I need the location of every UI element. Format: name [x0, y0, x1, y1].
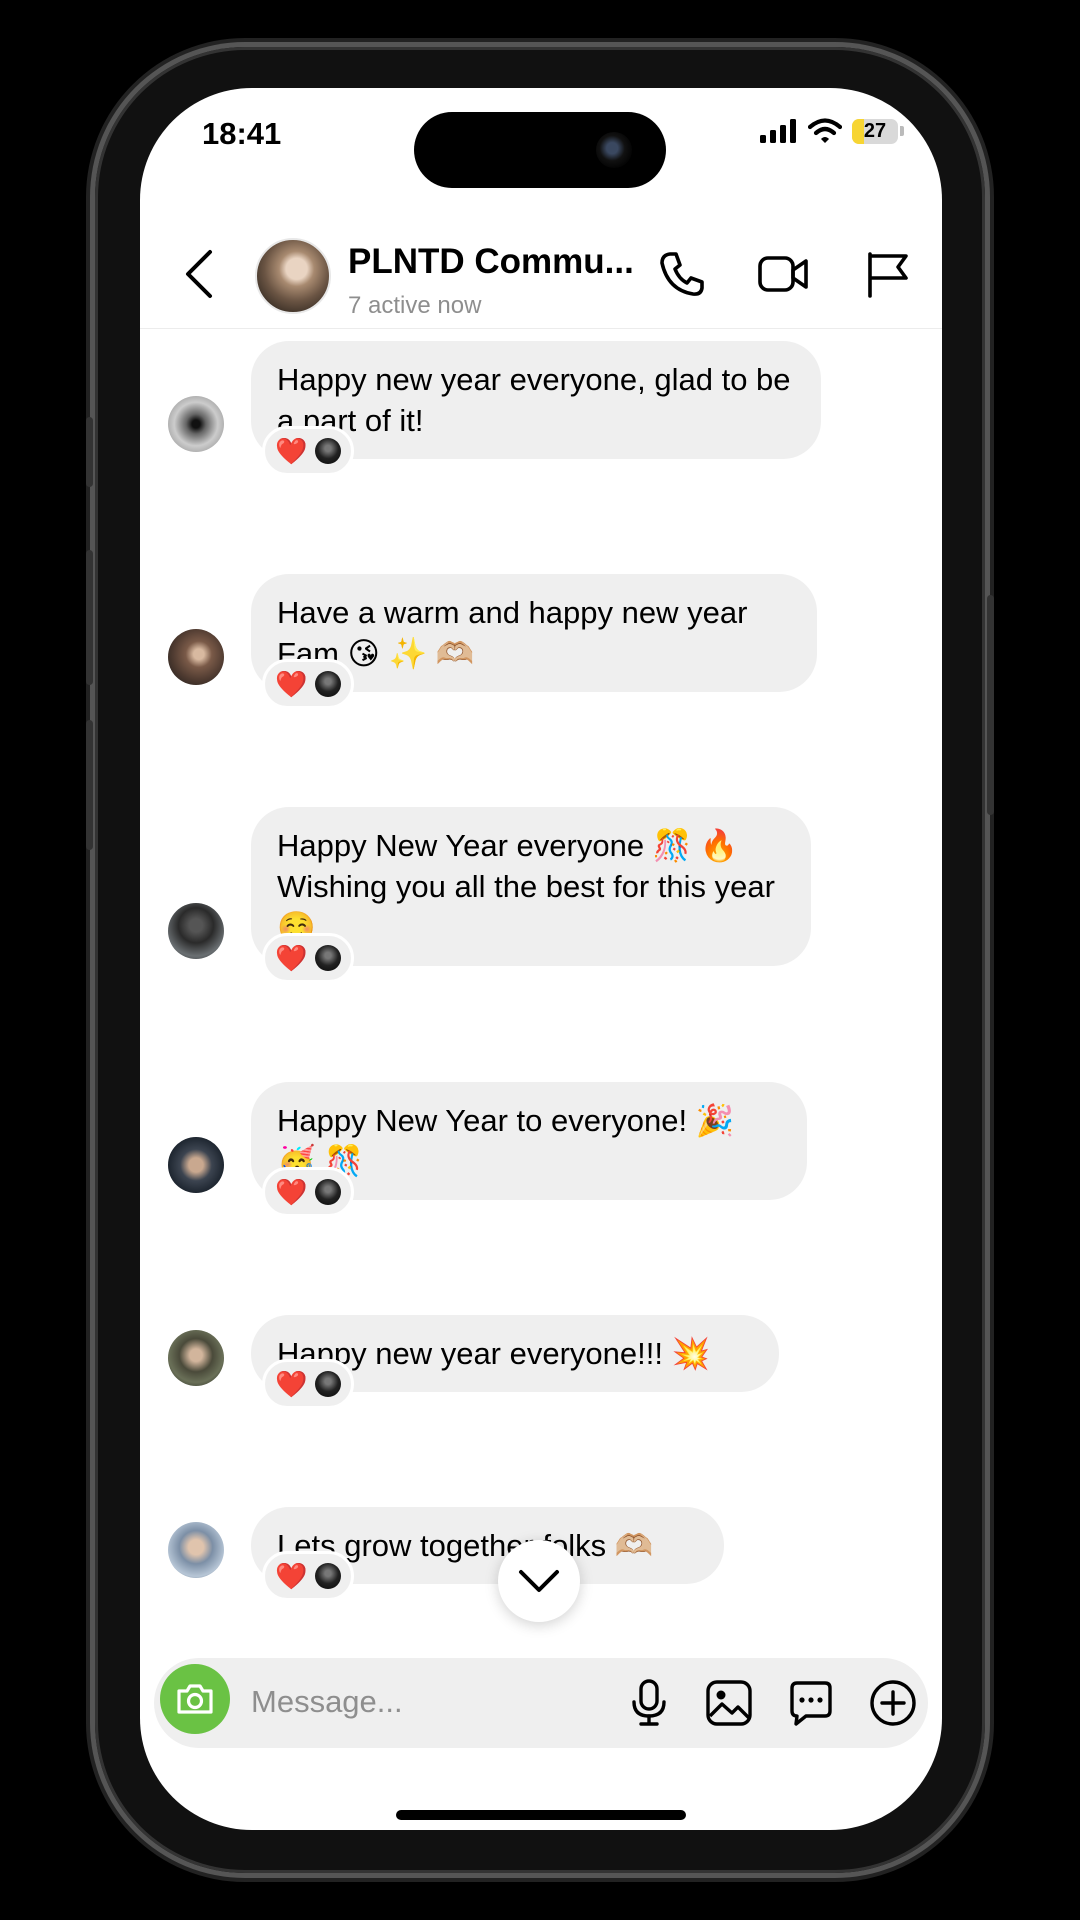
sender-avatar[interactable] — [168, 396, 224, 452]
scroll-to-bottom-button[interactable] — [498, 1540, 580, 1622]
action-button — [86, 417, 93, 487]
home-indicator[interactable] — [396, 1810, 686, 1820]
reactor-avatar — [315, 1563, 342, 1589]
message-list[interactable]: Happy new year everyone, glad to be a pa… — [140, 329, 942, 1739]
video-icon[interactable] — [757, 248, 809, 300]
screen: 18:41 27 PLNTD Commu... 7 active now Hap… — [140, 88, 942, 1830]
status-icons: 27 — [760, 118, 904, 144]
message-input[interactable] — [249, 1676, 583, 1728]
microphone-icon[interactable] — [624, 1678, 674, 1728]
reaction-bar[interactable]: ❤️ — [262, 1359, 355, 1409]
sender-avatar[interactable] — [168, 903, 224, 959]
active-status: 7 active now — [348, 292, 482, 319]
battery-level: 27 — [863, 119, 887, 142]
heart-reaction: ❤️ — [275, 436, 308, 466]
sender-avatar[interactable] — [168, 1137, 224, 1193]
heart-reaction: ❤️ — [275, 669, 308, 699]
flag-icon[interactable] — [862, 248, 914, 300]
signal-icon — [760, 119, 796, 143]
message-composer — [154, 1658, 928, 1748]
status-time: 18:41 — [202, 116, 282, 151]
heart-reaction: ❤️ — [275, 1177, 308, 1207]
battery-fill — [852, 118, 865, 144]
image-icon[interactable] — [704, 1678, 754, 1728]
heart-reaction: ❤️ — [275, 943, 308, 973]
battery-icon: 27 — [852, 118, 898, 144]
phone-icon[interactable] — [656, 248, 708, 300]
plus-icon[interactable] — [868, 1678, 918, 1728]
volume-down-button — [86, 720, 93, 850]
camera-icon — [177, 1684, 213, 1714]
chat-header: PLNTD Commu... 7 active now — [140, 198, 942, 329]
reactor-avatar — [315, 438, 342, 464]
group-name[interactable]: PLNTD Commu... — [348, 242, 648, 282]
power-button — [987, 595, 994, 815]
reaction-bar[interactable]: ❤️ — [262, 659, 355, 709]
sender-avatar[interactable] — [168, 629, 224, 685]
wifi-icon — [808, 118, 842, 143]
camera-button[interactable] — [160, 1664, 230, 1734]
reaction-bar[interactable]: ❤️ — [262, 1167, 355, 1217]
volume-up-button — [86, 550, 93, 685]
reactor-avatar — [315, 671, 342, 697]
back-icon[interactable] — [180, 246, 220, 302]
reaction-bar[interactable]: ❤️ — [262, 1551, 355, 1601]
sender-avatar[interactable] — [168, 1330, 224, 1386]
sticker-icon[interactable] — [786, 1678, 836, 1728]
sender-avatar[interactable] — [168, 1522, 224, 1578]
reactor-avatar — [315, 1179, 342, 1205]
dynamic-island — [414, 112, 666, 188]
reactor-avatar — [315, 945, 342, 971]
battery-nub — [900, 126, 904, 136]
reaction-bar[interactable]: ❤️ — [262, 933, 355, 983]
reaction-bar[interactable]: ❤️ — [262, 426, 355, 476]
heart-reaction: ❤️ — [275, 1561, 308, 1591]
reactor-avatar — [315, 1371, 342, 1397]
chevron-down-icon — [519, 1570, 559, 1592]
camera-lens — [596, 132, 632, 168]
group-avatar[interactable] — [255, 238, 331, 314]
heart-reaction: ❤️ — [275, 1369, 308, 1399]
